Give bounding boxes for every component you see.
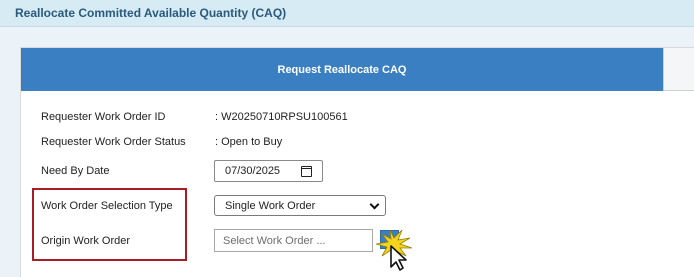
requester-work-order-status-value: : Open to Buy (215, 136, 283, 148)
highlight-annotation (32, 188, 187, 261)
calendar-icon[interactable] (301, 166, 312, 177)
requester-work-order-id-label: Requester Work Order ID (41, 111, 166, 123)
origin-work-order-input[interactable]: Select Work Order ... (214, 229, 373, 252)
requester-work-order-id-value: : W20250710RPSU100561 (215, 111, 348, 123)
need-by-date-field[interactable]: 07/30/2025 (214, 160, 323, 182)
need-by-date-label: Need By Date (41, 165, 110, 177)
requester-work-order-status-label: Requester Work Order Status (41, 136, 186, 148)
cursor-overlay (375, 229, 413, 271)
page-header: Reallocate Committed Available Quantity … (0, 0, 694, 27)
tab-strip-remainder (663, 48, 694, 91)
page-title: Reallocate Committed Available Quantity … (15, 6, 287, 20)
work-order-selection-type-select[interactable]: Single Work Order (214, 195, 386, 216)
chevron-down-icon (369, 199, 380, 210)
work-order-selection-type-value: Single Work Order (225, 199, 316, 212)
need-by-date-value: 07/30/2025 (225, 165, 281, 177)
tab-request-reallocate-caq[interactable]: Request Reallocate CAQ (21, 48, 663, 91)
origin-work-order-placeholder: Select Work Order ... (223, 234, 326, 247)
